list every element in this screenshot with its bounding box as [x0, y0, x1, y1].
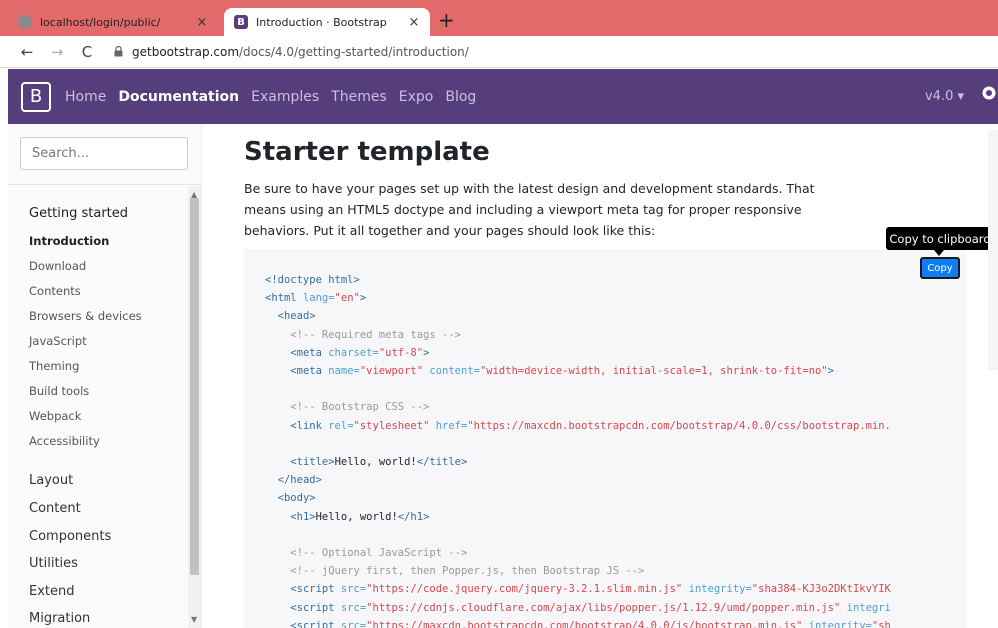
- url-path: /docs/4.0/getting-started/introduction/: [239, 44, 469, 59]
- code-block: <!doctype html> <html lang="en"> <head> …: [244, 249, 966, 628]
- sidebar-item-download[interactable]: Download: [29, 259, 86, 273]
- site-navbar: B Home Documentation Examples Themes Exp…: [8, 69, 998, 124]
- globe-icon: [18, 15, 32, 29]
- sidebar-item-accessibility[interactable]: Accessibility: [29, 434, 100, 448]
- sidebar-item-introduction[interactable]: Introduction: [29, 234, 109, 248]
- sidebar-item-browsers-devices[interactable]: Browsers & devices: [29, 309, 142, 323]
- sidebar-item-javascript[interactable]: JavaScript: [29, 334, 87, 348]
- browser-tab-strip: localhost/login/public/ × B Introduction…: [0, 0, 998, 36]
- scrollbar-thumb[interactable]: [190, 198, 199, 575]
- bootstrap-logo[interactable]: B: [21, 81, 51, 112]
- forward-arrow-icon[interactable]: →: [46, 41, 68, 63]
- close-icon[interactable]: ×: [404, 15, 424, 30]
- section-title: Starter template: [244, 137, 490, 167]
- sidebar-item-build-tools[interactable]: Build tools: [29, 384, 89, 398]
- reload-icon[interactable]: C: [76, 41, 98, 63]
- sidebar-group-extend[interactable]: Extend: [29, 584, 75, 599]
- copy-tooltip: Copy to clipboard: [886, 227, 994, 250]
- bootstrap-icon: B: [234, 15, 248, 29]
- page-edge: [988, 130, 998, 370]
- url-domain: getbootstrap.com: [132, 44, 240, 59]
- sidebar-item-contents[interactable]: Contents: [29, 284, 81, 298]
- sidebar-nav: Getting started Introduction Download Co…: [8, 186, 188, 628]
- browser-toolbar: ← → C getbootstrap.com/docs/4.0/getting-…: [0, 36, 998, 68]
- scroll-down-icon[interactable]: ▼: [191, 615, 197, 624]
- new-tab-button[interactable]: +: [438, 10, 455, 30]
- section-description: Be sure to have your pages set up with t…: [244, 181, 815, 238]
- sidebar-item-theming[interactable]: Theming: [29, 359, 79, 373]
- nav-examples[interactable]: Examples: [251, 89, 319, 105]
- address-bar[interactable]: getbootstrap.com/docs/4.0/getting-starte…: [112, 45, 469, 59]
- search-input[interactable]: [20, 137, 188, 170]
- tooltip-arrow: [934, 250, 944, 256]
- nav-blog[interactable]: Blog: [445, 89, 476, 105]
- nav-documentation[interactable]: Documentation: [118, 89, 239, 105]
- sidebar-group-migration[interactable]: Migration: [29, 611, 90, 626]
- code-listing: <!doctype html> <html lang="en"> <head> …: [265, 274, 891, 628]
- nav-home[interactable]: Home: [65, 89, 106, 105]
- navbar-links: Home Documentation Examples Themes Expo …: [65, 89, 488, 105]
- close-icon[interactable]: ×: [192, 15, 212, 30]
- sidebar-group-content[interactable]: Content: [29, 501, 81, 516]
- tab-title: Introduction · Bootstrap: [256, 15, 387, 29]
- version-dropdown[interactable]: v4.0 ▾: [925, 89, 964, 104]
- copy-button[interactable]: Copy: [920, 257, 960, 279]
- browser-tab-localhost[interactable]: localhost/login/public/ ×: [8, 8, 218, 36]
- sidebar-group-utilities[interactable]: Utilities: [29, 556, 78, 571]
- sidebar-group-components[interactable]: Components: [29, 529, 111, 544]
- sidebar-group-layout[interactable]: Layout: [29, 473, 73, 488]
- browser-tab-bootstrap[interactable]: B Introduction · Bootstrap ×: [224, 8, 430, 36]
- lock-icon: [112, 46, 124, 58]
- sidebar-divider: [8, 184, 201, 185]
- sidebar-scrollbar[interactable]: ▲ ▼: [188, 186, 201, 628]
- tab-title: localhost/login/public/: [40, 15, 161, 29]
- back-arrow-icon[interactable]: ←: [16, 41, 38, 63]
- sidebar-group-getting-started[interactable]: Getting started: [29, 206, 128, 221]
- nav-themes[interactable]: Themes: [331, 89, 387, 105]
- docs-sidebar: Getting started Introduction Download Co…: [8, 124, 202, 628]
- github-icon[interactable]: [982, 86, 998, 104]
- nav-expo[interactable]: Expo: [399, 89, 434, 105]
- sidebar-item-webpack[interactable]: Webpack: [29, 409, 81, 423]
